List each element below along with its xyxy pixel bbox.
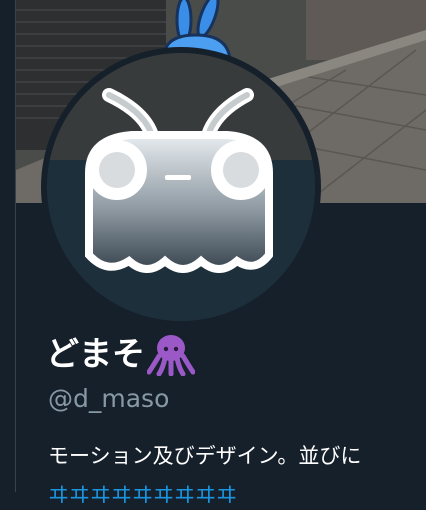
timeline-border	[0, 0, 16, 492]
profile-avatar[interactable]	[37, 43, 325, 331]
user-handle: @d_maso	[48, 384, 170, 413]
profile-link[interactable]: ヰヰヰヰヰヰヰヰヰ	[48, 480, 237, 510]
display-name-text: どまそ	[46, 334, 145, 373]
profile-bio: モーション及びデザイン。並びに	[48, 444, 362, 468]
mascot-avatar-icon	[41, 47, 321, 327]
octopus-icon	[147, 335, 195, 376]
display-name: どまそ	[46, 332, 195, 376]
